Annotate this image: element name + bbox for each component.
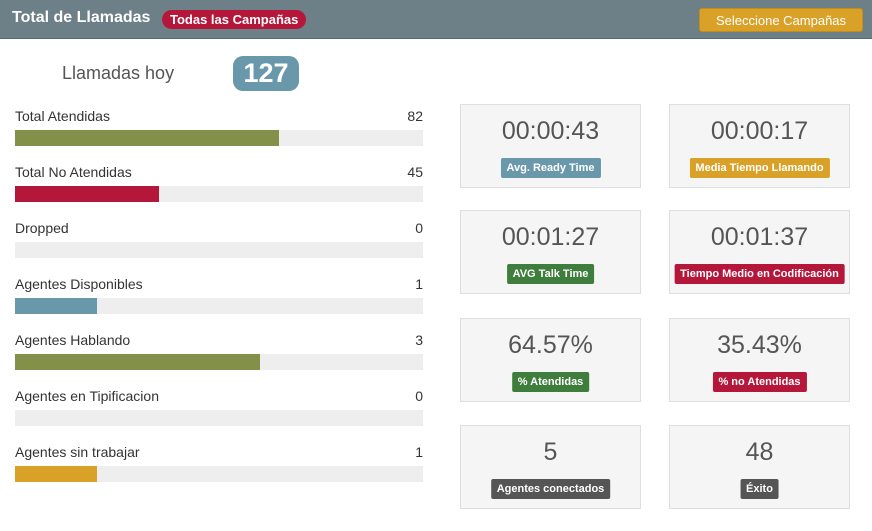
stat-progress-track — [15, 298, 423, 314]
stat-progress-fill — [15, 354, 260, 370]
metric-value: 35.43% — [717, 331, 802, 359]
metric-label-badge: Avg. Ready Time — [500, 158, 601, 178]
metric-value: 64.57% — [508, 331, 593, 359]
stat-row: Total Atendidas 82 — [15, 108, 423, 148]
metric-value: 5 — [543, 438, 558, 466]
metric-value: 48 — [745, 438, 774, 466]
stat-progress-track — [15, 130, 423, 146]
stat-progress-track — [15, 354, 423, 370]
stat-label: Agentes en Tipificacion — [15, 388, 159, 404]
metric-card: 00:00:43 Avg. Ready Time — [460, 104, 641, 188]
stat-value: 0 — [415, 220, 423, 236]
stat-value: 3 — [415, 332, 423, 348]
metric-card: 00:00:17 Media Tiempo Llamando — [669, 104, 850, 188]
stat-progress-track — [15, 466, 423, 482]
metric-label-badge: % no Atendidas — [712, 372, 807, 392]
stat-label: Agentes Disponibles — [15, 276, 143, 292]
stat-value: 1 — [415, 444, 423, 460]
campaign-badge: Todas las Campañas — [162, 10, 307, 29]
stat-row: Agentes Disponibles 1 — [15, 276, 423, 316]
stat-row: Agentes Hablando 3 — [15, 332, 423, 372]
stat-progress-fill — [15, 130, 279, 146]
stat-label: Agentes Hablando — [15, 332, 131, 348]
metric-label-badge: Éxito — [740, 479, 779, 499]
metric-label-badge: Tiempo Medio en Codificación — [674, 264, 845, 284]
stat-progress-track — [15, 186, 423, 202]
stat-row: Dropped 0 — [15, 220, 423, 260]
stat-progress-track — [15, 242, 423, 258]
metric-label-badge: Media Tiempo Llamando — [689, 158, 830, 178]
select-campaigns-button[interactable]: Seleccione Campañas — [699, 8, 863, 32]
metric-card: 00:01:37 Tiempo Medio en Codificación — [669, 210, 850, 294]
header-bar: Total de Llamadas Todas las Campañas Sel… — [0, 0, 872, 39]
metric-value: 00:01:27 — [501, 223, 600, 251]
metric-value: 00:01:37 — [710, 223, 809, 251]
metric-card: 35.43% % no Atendidas — [669, 318, 850, 402]
stat-progress-track — [15, 410, 423, 426]
metric-value: 00:00:17 — [710, 117, 809, 145]
stat-progress-fill — [15, 186, 160, 202]
stat-value: 45 — [407, 164, 423, 180]
calls-today-label: Llamadas hoy — [62, 63, 175, 83]
stat-value: 1 — [415, 276, 423, 292]
metric-value: 00:00:43 — [501, 117, 600, 145]
metric-label-badge: AVG Talk Time — [506, 264, 595, 284]
metric-card: 48 Éxito — [669, 425, 850, 509]
stat-value: 0 — [415, 388, 423, 404]
stat-label: Total No Atendidas — [15, 164, 132, 180]
metric-card: 5 Agentes conectados — [460, 425, 641, 509]
metric-label-badge: % Atendidas — [511, 372, 590, 392]
stat-label: Dropped — [15, 220, 69, 236]
calls-today-count: 127 — [233, 56, 299, 91]
stat-progress-fill — [15, 298, 97, 314]
stat-label: Total Atendidas — [15, 108, 110, 124]
metric-card: 00:01:27 AVG Talk Time — [460, 210, 641, 294]
metric-label-badge: Agentes conectados — [490, 479, 611, 499]
stat-row: Total No Atendidas 45 — [15, 164, 423, 204]
stat-value: 82 — [407, 108, 423, 124]
stat-progress-fill — [15, 466, 97, 482]
stat-label: Agentes sin trabajar — [15, 444, 140, 460]
stat-row: Agentes en Tipificacion 0 — [15, 388, 423, 428]
page-title: Total de Llamadas — [12, 9, 151, 26]
stat-row: Agentes sin trabajar 1 — [15, 444, 423, 484]
metric-card: 64.57% % Atendidas — [460, 318, 641, 402]
